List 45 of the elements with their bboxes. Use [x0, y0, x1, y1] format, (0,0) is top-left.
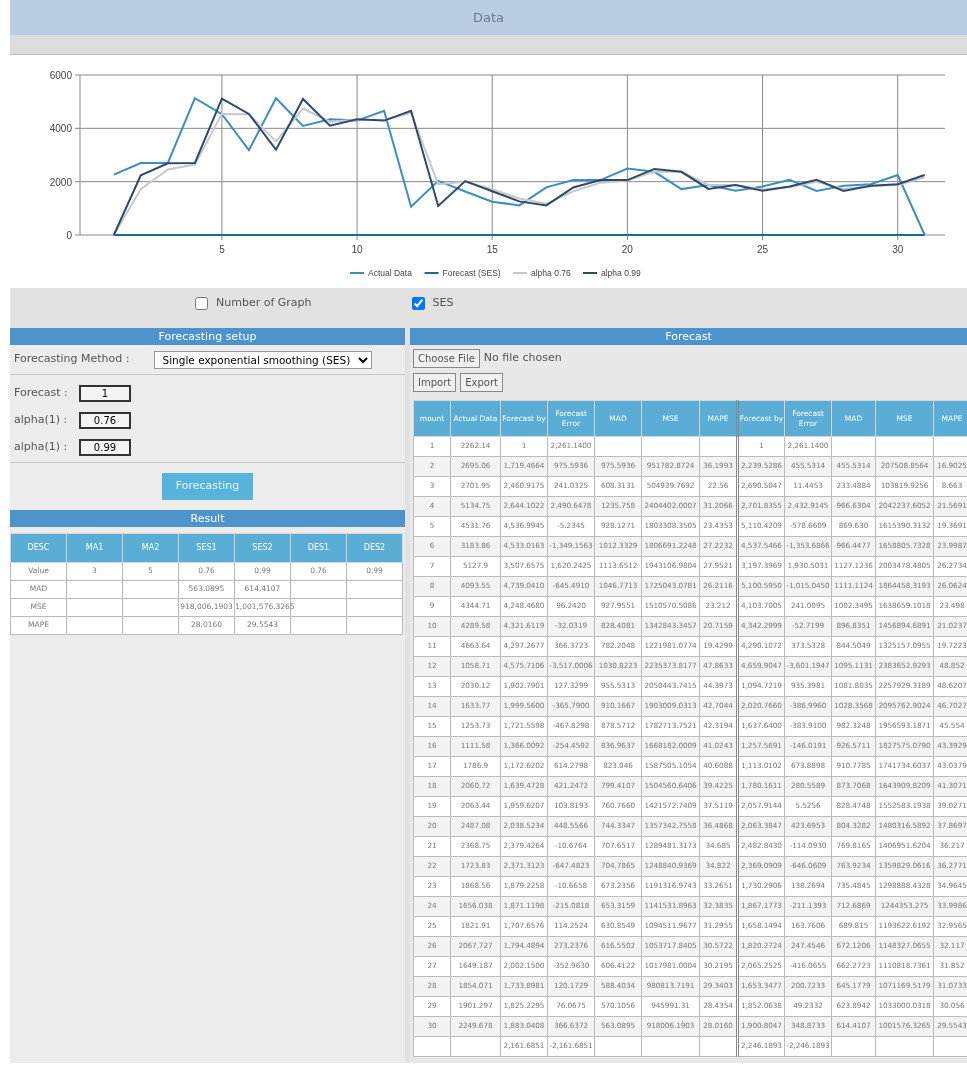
legend-label: Actual Data: [368, 268, 413, 278]
axis-label: 4000: [49, 123, 72, 135]
checkbox[interactable]: [195, 296, 208, 310]
axis-label: 5: [219, 244, 225, 255]
legend-item: alpha 0.99: [582, 268, 641, 278]
choose-file-button[interactable]: Choose File: [413, 349, 480, 368]
window-title: Data: [472, 8, 504, 27]
field-label: alpha(1) :: [14, 412, 69, 429]
file-status: No file chosen: [483, 350, 562, 367]
axis-label: 2000: [49, 176, 72, 188]
column-header: MA1: [66, 533, 123, 562]
checkbox-label: Number of Graph: [216, 294, 312, 311]
field-label: alpha(1) :: [14, 439, 69, 456]
input-field[interactable]: 0.99: [79, 439, 131, 456]
panel-header: Forecast: [410, 328, 967, 345]
column-header: DES1: [290, 533, 347, 562]
toolbar-button[interactable]: Export: [460, 373, 503, 392]
column-header: DESC: [10, 533, 67, 562]
toolbar-button[interactable]: Import: [413, 373, 457, 392]
axis-label: 30: [892, 244, 904, 255]
field-label: Forecast :: [14, 385, 69, 402]
legend-item: Actual Data: [349, 268, 412, 278]
panel-header: Forecasting setup: [10, 328, 405, 345]
column-header: MA2: [122, 533, 179, 562]
legend-item: alpha 0.76: [512, 268, 571, 278]
legend-item: Forecast (SES): [423, 268, 501, 278]
legend-label: alpha 0.76: [531, 268, 571, 278]
column-header: SES1: [178, 533, 235, 562]
method-select[interactable]: Single exponential smoothing (SES): [153, 350, 372, 369]
panel-header: Result: [10, 509, 405, 527]
checkbox-label: SES: [432, 294, 454, 311]
column-header: DES2: [346, 533, 403, 562]
axis-label: 10: [351, 244, 363, 255]
input-field[interactable]: 1: [79, 385, 131, 402]
axis-label: 20: [621, 244, 633, 255]
field-label: Forecasting Method :: [14, 351, 130, 368]
legend-label: alpha 0.99: [601, 268, 641, 278]
column-header: SES2: [234, 533, 291, 562]
axis-label: 15: [486, 244, 498, 255]
axis-label: 0: [66, 230, 72, 241]
legend-label: Forecast (SES): [442, 268, 501, 278]
axis-label: 25: [757, 244, 769, 255]
input-field[interactable]: 0.76: [79, 412, 131, 429]
axis-label: 6000: [49, 70, 72, 81]
checkbox[interactable]: [411, 296, 425, 310]
